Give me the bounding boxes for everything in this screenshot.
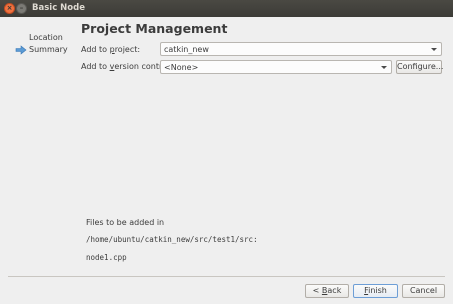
version-control-combo[interactable]: <None> [160,60,392,74]
configure-button[interactable]: Configure... [396,60,443,74]
sidebar-item-summary[interactable]: Summary [29,45,68,54]
arrow-right-icon [15,45,27,55]
footer-divider [8,276,445,277]
project-combo-value: catkin_new [164,45,209,54]
project-label: Add to project: [81,45,141,54]
minimize-icon[interactable]: – [16,3,27,14]
sidebar-item-location[interactable]: Location [29,33,63,42]
version-control-label: Add to version control: [81,62,172,71]
files-heading: Files to be added in [86,218,165,227]
title-bar: × – Basic Node [0,0,453,17]
version-control-combo-value: <None> [164,63,199,72]
window-title: Basic Node [32,3,85,13]
files-list-item: node1.cpp [86,253,127,262]
files-path: /home/ubuntu/catkin_new/src/test1/src: [86,235,258,244]
back-button[interactable]: < Back [305,284,349,298]
chevron-down-icon [381,66,387,69]
chevron-down-icon [431,48,437,51]
cancel-button[interactable]: Cancel [402,284,445,298]
finish-button[interactable]: Finish [353,284,398,298]
close-icon[interactable]: × [4,3,15,14]
project-combo[interactable]: catkin_new [160,42,442,56]
page-title: Project Management [81,21,228,36]
